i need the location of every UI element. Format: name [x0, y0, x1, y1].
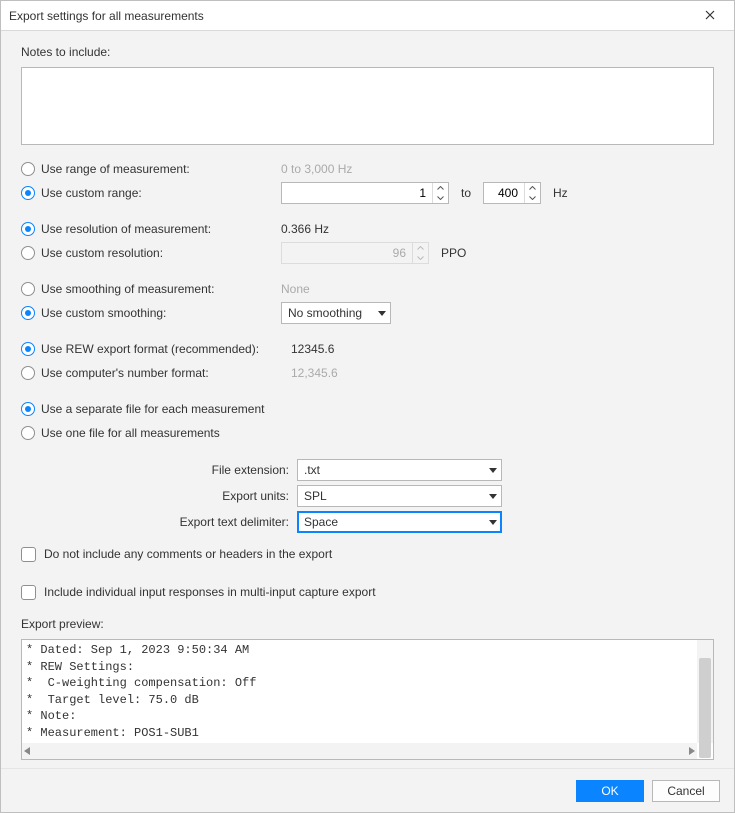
options-group: File extension: .txt Export units: SPL E…: [21, 457, 714, 535]
radio-smoothing-measurement-label: Use smoothing of measurement:: [41, 282, 275, 296]
preview-text: * Dated: Sep 1, 2023 9:50:34 AM * REW Se…: [22, 640, 697, 743]
scrollbar-thumb[interactable]: [699, 658, 711, 758]
radio-range-custom-label: Use custom range:: [41, 186, 275, 200]
range-from-spinner[interactable]: [281, 182, 449, 204]
resolution-custom-unit: PPO: [441, 246, 466, 260]
horizontal-scrollbar[interactable]: [22, 743, 697, 759]
dialog-content: Notes to include: Use range of measureme…: [1, 31, 734, 768]
resolution-custom-input: [282, 243, 412, 263]
checkbox-no-comments[interactable]: [21, 547, 36, 562]
format-computer-value: 12,345.6: [291, 366, 338, 380]
radio-format-computer[interactable]: [21, 366, 35, 380]
spin-down-icon[interactable]: [433, 193, 448, 203]
checkbox-no-comments-label: Do not include any comments or headers i…: [44, 547, 332, 561]
radio-smoothing-custom-label: Use custom smoothing:: [41, 306, 275, 320]
resolution-group: Use resolution of measurement: 0.366 Hz …: [21, 217, 714, 265]
radio-range-measurement-label: Use range of measurement:: [41, 162, 275, 176]
radio-files-single[interactable]: [21, 426, 35, 440]
chevron-down-icon: [378, 311, 386, 316]
export-delimiter-select[interactable]: Space: [297, 511, 502, 533]
vertical-scrollbar[interactable]: [697, 640, 713, 743]
radio-range-custom[interactable]: [21, 186, 35, 200]
radio-smoothing-custom[interactable]: [21, 306, 35, 320]
notes-input[interactable]: [21, 67, 714, 145]
range-to-label: to: [461, 186, 471, 200]
radio-format-computer-label: Use computer's number format:: [41, 366, 285, 380]
radio-resolution-custom[interactable]: [21, 246, 35, 260]
radio-smoothing-measurement[interactable]: [21, 282, 35, 296]
export-units-value: SPL: [304, 489, 327, 503]
radio-resolution-custom-label: Use custom resolution:: [41, 246, 275, 260]
radio-range-measurement[interactable]: [21, 162, 35, 176]
spin-up-icon[interactable]: [433, 183, 448, 193]
radio-format-rew[interactable]: [21, 342, 35, 356]
close-icon: [705, 9, 715, 23]
spin-down-icon[interactable]: [525, 193, 540, 203]
range-unit: Hz: [553, 186, 568, 200]
radio-format-rew-label: Use REW export format (recommended):: [41, 342, 285, 356]
cancel-button[interactable]: Cancel: [652, 780, 720, 802]
dialog-window: Export settings for all measurements Not…: [0, 0, 735, 813]
smoothing-select[interactable]: No smoothing: [281, 302, 391, 324]
export-units-label: Export units:: [21, 489, 291, 503]
titlebar: Export settings for all measurements: [1, 1, 734, 31]
smoothing-select-value: No smoothing: [288, 306, 362, 320]
dialog-footer: OK Cancel: [1, 768, 734, 812]
resolution-custom-spinner: [281, 242, 429, 264]
window-title: Export settings for all measurements: [9, 9, 204, 23]
close-button[interactable]: [694, 2, 726, 30]
radio-files-separate-label: Use a separate file for each measurement: [41, 402, 264, 416]
ok-button[interactable]: OK: [576, 780, 644, 802]
smoothing-measurement-value: None: [281, 282, 310, 296]
range-group: Use range of measurement: 0 to 3,000 Hz …: [21, 157, 714, 205]
smoothing-group: Use smoothing of measurement: None Use c…: [21, 277, 714, 325]
files-group: Use a separate file for each measurement…: [21, 397, 714, 445]
radio-resolution-measurement[interactable]: [21, 222, 35, 236]
radio-files-single-label: Use one file for all measurements: [41, 426, 220, 440]
file-extension-select[interactable]: .txt: [297, 459, 502, 481]
spin-up-icon: [413, 243, 428, 253]
format-rew-value: 12345.6: [291, 342, 334, 356]
chevron-down-icon: [489, 520, 497, 525]
chevron-down-icon: [489, 494, 497, 499]
format-group: Use REW export format (recommended): 123…: [21, 337, 714, 385]
export-delimiter-label: Export text delimiter:: [21, 515, 291, 529]
notes-label: Notes to include:: [21, 45, 714, 59]
checkbox-include-individual-label: Include individual input responses in mu…: [44, 585, 376, 599]
range-measurement-value: 0 to 3,000 Hz: [281, 162, 352, 176]
range-to-spinner[interactable]: [483, 182, 541, 204]
chevron-down-icon: [489, 468, 497, 473]
spin-up-icon[interactable]: [525, 183, 540, 193]
file-extension-label: File extension:: [21, 463, 291, 477]
export-units-select[interactable]: SPL: [297, 485, 502, 507]
range-to-input[interactable]: [484, 183, 524, 203]
resolution-measurement-value: 0.366 Hz: [281, 222, 329, 236]
file-extension-value: .txt: [304, 463, 320, 477]
scroll-left-icon[interactable]: [24, 744, 30, 758]
range-from-input[interactable]: [282, 183, 432, 203]
radio-resolution-measurement-label: Use resolution of measurement:: [41, 222, 275, 236]
checkbox-include-individual[interactable]: [21, 585, 36, 600]
preview-box: * Dated: Sep 1, 2023 9:50:34 AM * REW Se…: [21, 639, 714, 760]
spin-down-icon: [413, 253, 428, 263]
preview-label: Export preview:: [21, 617, 714, 631]
export-delimiter-value: Space: [304, 515, 338, 529]
radio-files-separate[interactable]: [21, 402, 35, 416]
scroll-right-icon[interactable]: [689, 744, 695, 758]
